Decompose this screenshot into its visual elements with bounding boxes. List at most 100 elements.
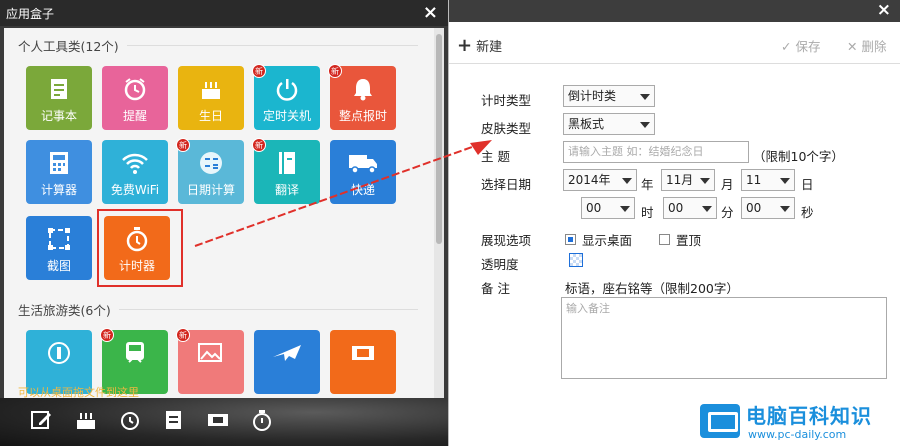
new-badge: 新 xyxy=(176,328,190,342)
notepad-icon[interactable] xyxy=(162,408,186,432)
birthday-cake-icon xyxy=(198,75,224,103)
window-title: 应用盒子 xyxy=(6,6,55,21)
tile-free-wifi[interactable]: 免费WiFi xyxy=(102,140,168,204)
new-button[interactable]: + 新建 xyxy=(457,35,502,56)
alarm-clock-icon xyxy=(122,75,148,103)
watermark: 电脑百科知识 www.pc-daily.com xyxy=(696,396,900,446)
timer-type-label: 计时类型 xyxy=(481,93,532,108)
tile-reminder[interactable]: 提醒 xyxy=(102,66,168,130)
tile-label: 截图 xyxy=(46,259,71,273)
tile-date-calc[interactable]: 新 日期计算 xyxy=(176,138,244,204)
minute-select[interactable]: 00 xyxy=(663,197,717,219)
tile-label: 计算器 xyxy=(40,183,77,197)
second-unit: 秒 xyxy=(801,205,814,220)
tile-photo[interactable]: 新 xyxy=(176,328,244,394)
scrollbar-thumb[interactable] xyxy=(436,34,442,244)
timer-type-value: 倒计时类 xyxy=(568,89,617,103)
tile-label: 整点报时 xyxy=(338,109,387,123)
ticket-icon xyxy=(349,339,377,367)
tile-label: 日期计算 xyxy=(186,183,235,197)
show-desktop-checkbox[interactable]: 显示桌面 xyxy=(565,230,632,249)
airplane-icon xyxy=(271,339,303,367)
truck-icon xyxy=(347,149,379,177)
tile-calculator[interactable]: 计算器 xyxy=(26,140,92,204)
tile-label: 快递 xyxy=(350,183,375,197)
tile-translate[interactable]: 新 翻译 xyxy=(252,138,320,204)
chevron-down-icon xyxy=(640,122,650,128)
pin-top-checkbox[interactable]: 置顶 xyxy=(659,230,701,249)
chevron-down-icon xyxy=(780,206,790,212)
checkbox-icon xyxy=(659,234,670,245)
note-hint: 标语，座右铭等（限制200字） xyxy=(565,281,739,296)
second-value: 00 xyxy=(746,201,762,215)
date-calc-icon xyxy=(197,149,225,177)
subject-input[interactable]: 请输入主题 如：结婚纪念日 xyxy=(563,141,749,163)
section-title: 生活旅游类(6个) xyxy=(18,303,111,318)
editor-title-bar: × xyxy=(449,0,900,22)
note-textarea[interactable]: 输入备注 xyxy=(561,297,887,379)
month-select[interactable]: 11月 xyxy=(661,169,715,191)
skin-type-select[interactable]: 黑板式 xyxy=(563,113,655,135)
tile-birthday[interactable]: 生日 xyxy=(178,66,244,130)
calculator-icon xyxy=(48,149,70,177)
tile-express[interactable]: 快递 xyxy=(330,140,396,204)
translate-book-icon xyxy=(276,149,298,177)
chevron-down-icon xyxy=(622,178,632,184)
power-icon xyxy=(274,75,300,103)
year-unit: 年 xyxy=(641,177,654,192)
app-panel: 个人工具类(12个) 记事本 提醒 生日 新 定时关机 新 整点报时 计算器 免… xyxy=(4,28,444,398)
display-options-label: 展现选项 xyxy=(481,233,532,248)
alarm-clock-icon[interactable] xyxy=(118,408,142,432)
new-badge: 新 xyxy=(252,64,266,78)
stopwatch-icon[interactable] xyxy=(250,408,274,432)
tile-label: 提醒 xyxy=(122,109,147,123)
opacity-picker[interactable] xyxy=(569,253,583,267)
chevron-down-icon xyxy=(620,206,630,212)
subject-limit: （限制10个字） xyxy=(753,149,844,164)
scrollbar[interactable] xyxy=(434,28,444,398)
new-badge: 新 xyxy=(328,64,342,78)
chevron-down-icon xyxy=(700,178,710,184)
timer-editor-window: × + 新建 ✓ 保存 ✕ 删除 计时类型 倒计时类 皮肤类型 黑板式 主 题 请… xyxy=(448,0,900,446)
close-icon[interactable]: × xyxy=(423,2,438,23)
tile-lottery[interactable] xyxy=(330,330,396,394)
photo-icon xyxy=(197,339,225,367)
date-label: 选择日期 xyxy=(481,177,532,192)
save-button[interactable]: ✓ 保存 xyxy=(781,36,820,55)
title-bar: 应用盒子 × xyxy=(0,0,448,26)
chevron-down-icon xyxy=(780,178,790,184)
minute-unit: 分 xyxy=(721,205,734,220)
checkbox-checked-icon xyxy=(565,234,576,245)
year-select[interactable]: 2014年 xyxy=(563,169,637,191)
month-unit: 月 xyxy=(721,177,734,192)
hour-select[interactable]: 00 xyxy=(581,197,635,219)
timer-type-select[interactable]: 倒计时类 xyxy=(563,85,655,107)
tile-notepad[interactable]: 记事本 xyxy=(26,66,92,130)
edit-icon[interactable] xyxy=(30,408,54,432)
hour-unit: 时 xyxy=(641,205,654,220)
tile-hourly-chime[interactable]: 新 整点报时 xyxy=(328,64,396,130)
tile-flight[interactable] xyxy=(254,330,320,394)
new-badge: 新 xyxy=(100,328,114,342)
new-label: 新建 xyxy=(476,40,503,55)
notepad-icon xyxy=(48,75,70,103)
tile-screenshot[interactable]: 截图 xyxy=(26,216,92,280)
ticket-icon[interactable] xyxy=(206,408,230,432)
train-icon xyxy=(123,339,147,367)
minute-value: 00 xyxy=(668,201,684,215)
delete-button[interactable]: ✕ 删除 xyxy=(847,36,886,55)
tile-label: 记事本 xyxy=(40,109,77,123)
second-select[interactable]: 00 xyxy=(741,197,795,219)
month-value: 11月 xyxy=(666,173,694,187)
tile-scheduled-shutdown[interactable]: 新 定时关机 xyxy=(252,64,320,130)
plus-icon: + xyxy=(457,35,473,56)
day-select[interactable]: 11 xyxy=(741,169,795,191)
birthday-cake-icon[interactable] xyxy=(74,408,98,432)
wifi-icon xyxy=(121,149,149,177)
subject-label: 主 题 xyxy=(481,149,510,164)
screenshot-icon xyxy=(46,225,72,253)
tile-label: 生日 xyxy=(198,109,223,123)
app-box-window: 应用盒子 × 个人工具类(12个) 记事本 提醒 生日 新 定时关机 新 整点报… xyxy=(0,0,448,446)
close-icon[interactable]: × xyxy=(877,0,891,20)
tile-label: 免费WiFi xyxy=(110,183,160,197)
